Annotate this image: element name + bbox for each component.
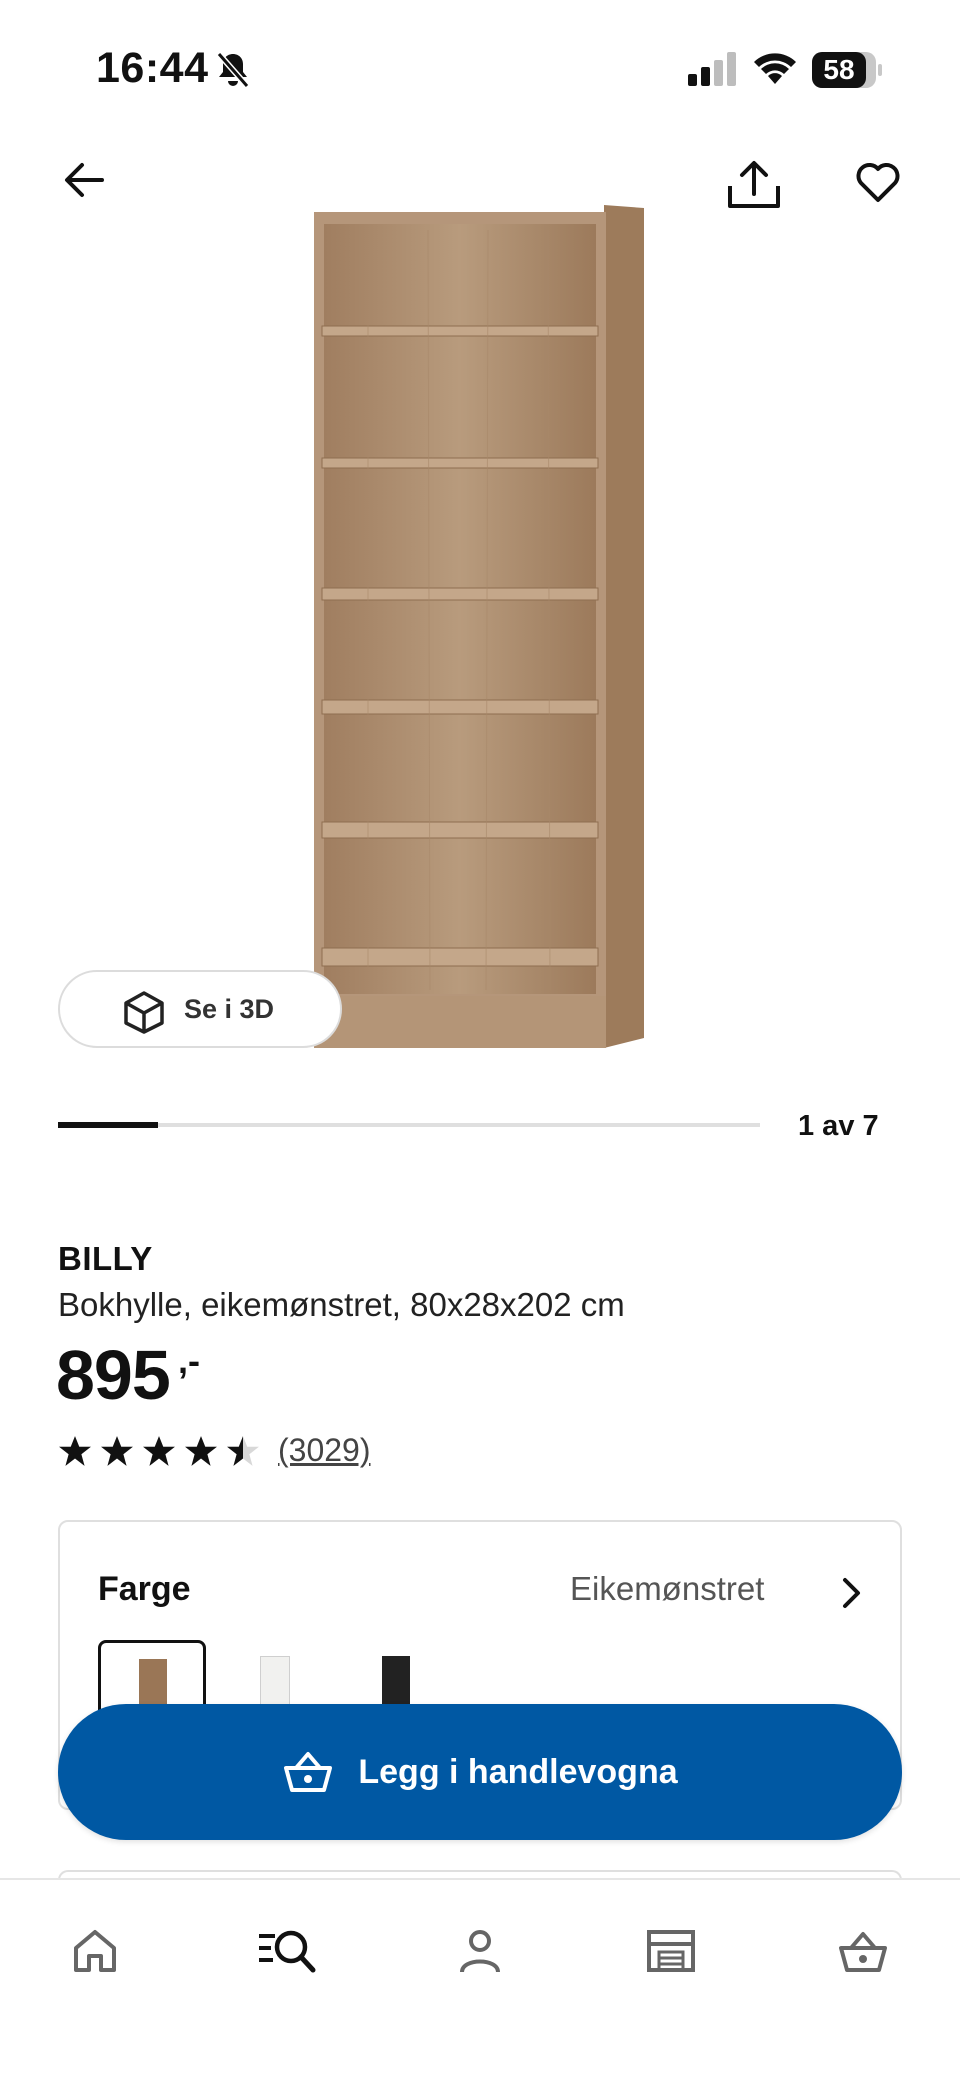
star-icon	[227, 1436, 259, 1466]
product-description: Bokhylle, eikemønstret, 80x28x202 cm	[58, 1286, 625, 1323]
search-icon	[259, 1930, 316, 1973]
cart-icon	[839, 1932, 887, 1972]
nav-stores[interactable]	[636, 1916, 706, 1986]
nav-home[interactable]	[60, 1916, 130, 1986]
silent-bell-icon	[215, 50, 251, 95]
view-in-3d-button[interactable]: Se i 3D	[58, 970, 342, 1048]
store-icon	[647, 1930, 695, 1972]
gallery-page-indicator: 1 av 7	[798, 1110, 879, 1142]
gallery-progress-fill	[58, 1122, 159, 1128]
share-button[interactable]	[726, 160, 782, 215]
nav-search[interactable]	[252, 1916, 322, 1986]
product-image[interactable]	[308, 200, 648, 1065]
rating-stars	[58, 1434, 260, 1468]
star-icon	[185, 1436, 217, 1466]
gallery-progress-bar	[58, 1122, 760, 1128]
add-to-cart-button[interactable]: Legg i handlevogna	[58, 1704, 902, 1840]
cellular-signal-icon	[688, 52, 738, 91]
add-to-cart-label: Legg i handlevogna	[358, 1752, 678, 1791]
view-in-3d-label: Se i 3D	[184, 993, 275, 1024]
status-time: 16:44	[96, 44, 209, 92]
battery-level: 58	[823, 54, 855, 85]
home-icon	[74, 1930, 116, 1972]
favorite-button[interactable]	[854, 160, 902, 209]
cube-3d-icon	[124, 991, 164, 1034]
back-button[interactable]	[62, 158, 106, 207]
battery-icon: 58	[812, 52, 882, 93]
star-icon	[59, 1436, 91, 1466]
bottom-navigation	[0, 1878, 960, 2083]
star-icon	[143, 1436, 175, 1466]
price-suffix: ,-	[178, 1340, 200, 1381]
basket-icon	[284, 1752, 333, 1792]
heart-icon	[856, 163, 900, 202]
selected-color: Eikemønstret	[570, 1570, 765, 1607]
arrow-left-icon	[65, 163, 104, 197]
product-name: BILLY	[58, 1240, 153, 1277]
review-count-link[interactable]: (3029)	[278, 1432, 371, 1469]
profile-icon	[460, 1930, 500, 1973]
share-icon	[728, 161, 780, 208]
color-label: Farge	[98, 1570, 191, 1608]
chevron-right-icon[interactable]	[840, 1576, 864, 1615]
nav-profile[interactable]	[445, 1916, 515, 1986]
star-icon	[101, 1436, 133, 1466]
nav-cart[interactable]	[828, 1916, 898, 1986]
wifi-icon	[752, 50, 798, 91]
product-price: 895	[56, 1336, 171, 1414]
